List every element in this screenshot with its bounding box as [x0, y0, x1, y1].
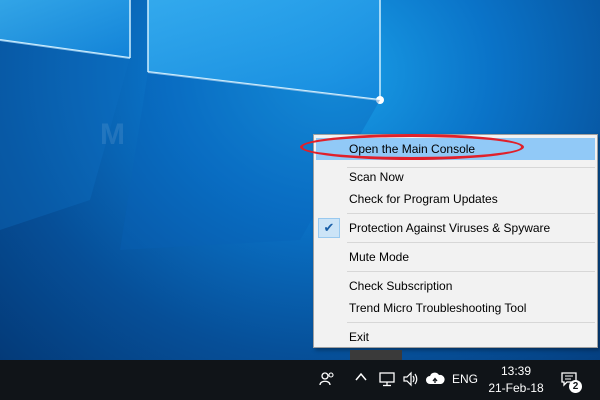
checkmark-icon: ✔ [318, 218, 340, 238]
menu-item-label: Check Subscription [349, 279, 453, 293]
taskbar-window-strip [350, 350, 402, 360]
watermark-logo: M [100, 118, 125, 151]
volume-icon[interactable] [400, 370, 422, 390]
chevron-up-icon[interactable] [352, 370, 370, 390]
menu-item-label: Open the Main Console [349, 142, 476, 156]
menu-separator [347, 213, 595, 214]
network-icon[interactable] [376, 370, 398, 390]
menu-item-label: Protection Against Viruses & Spyware [349, 221, 551, 235]
menu-separator [347, 242, 595, 243]
menu-item-check-subscription[interactable]: Check Subscription [316, 275, 595, 297]
language-indicator[interactable]: ENG [452, 372, 478, 386]
menu-item-label: Check for Program Updates [349, 192, 498, 206]
menu-item-label: Trend Micro Troubleshooting Tool [349, 301, 527, 315]
tray-context-menu: Open the Main Console Scan Now Check for… [313, 134, 598, 348]
menu-item-protection-viruses-spyware[interactable]: ✔ Protection Against Viruses & Spyware [316, 217, 595, 239]
people-icon[interactable] [316, 370, 338, 390]
clock-time[interactable]: 13:39 [488, 364, 544, 378]
menu-separator [347, 271, 595, 272]
notification-count-badge: 2 [569, 380, 582, 393]
menu-item-scan-now[interactable]: Scan Now [316, 166, 595, 188]
menu-item-troubleshooting-tool[interactable]: Trend Micro Troubleshooting Tool [316, 297, 595, 319]
clock-date[interactable]: 21-Feb-18 [480, 381, 552, 395]
cloud-icon[interactable] [424, 370, 446, 390]
menu-item-exit[interactable]: Exit [316, 326, 595, 348]
menu-separator [347, 322, 595, 323]
menu-item-label: Scan Now [349, 170, 404, 184]
menu-item-mute-mode[interactable]: Mute Mode [316, 246, 595, 268]
menu-item-label: Exit [349, 330, 370, 344]
menu-item-open-main-console[interactable]: Open the Main Console [316, 138, 595, 160]
menu-item-label: Mute Mode [349, 250, 410, 264]
taskbar: ENG 13:39 21-Feb-18 2 [0, 360, 600, 400]
menu-item-check-program-updates[interactable]: Check for Program Updates [316, 188, 595, 210]
